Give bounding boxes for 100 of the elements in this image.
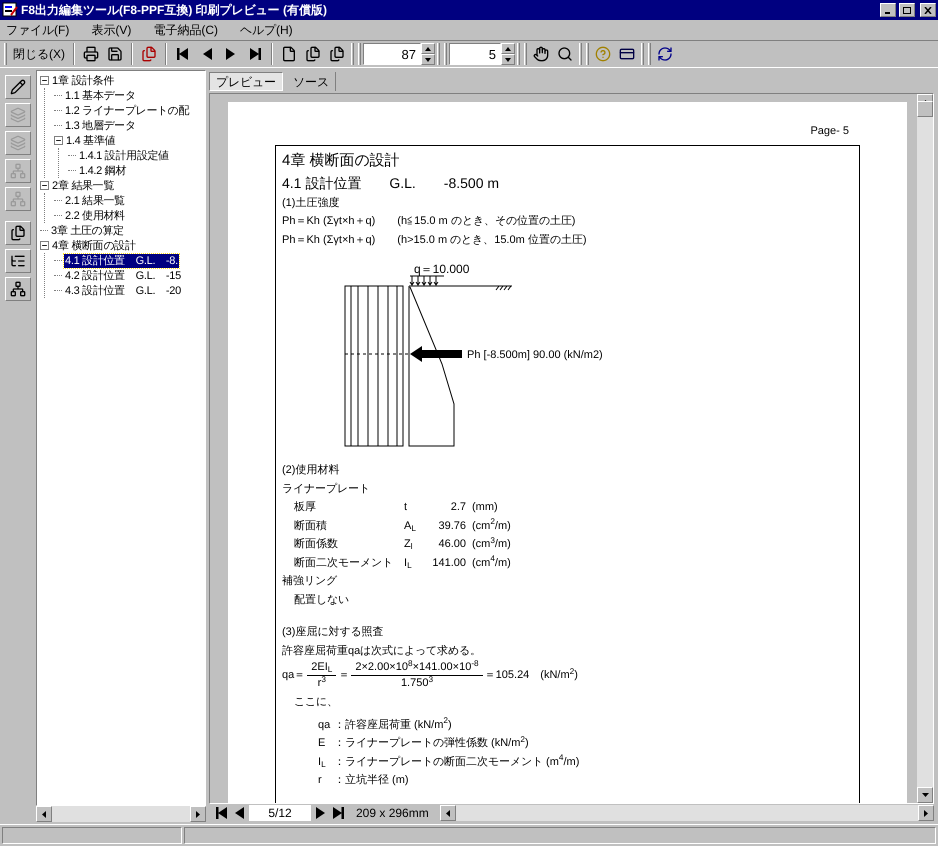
variable-symbol: E — [318, 736, 326, 751]
tree-item[interactable]: 4.1 設計位置 G.L. -8. — [64, 254, 179, 268]
side-tool-button[interactable] — [5, 221, 31, 245]
scroll-right-icon[interactable] — [924, 810, 928, 816]
menu-item[interactable]: 電子納品(C) — [151, 21, 220, 39]
section-heading: (1)土圧強度 — [282, 196, 340, 210]
last-page-icon[interactable] — [331, 806, 345, 820]
tree-item[interactable]: 1.4.1 設計用設定値 — [78, 148, 170, 162]
property-value: 39.76 — [437, 518, 466, 534]
pages-icon — [10, 225, 26, 241]
side-tool-button[interactable] — [5, 75, 31, 99]
section-title: 4.1 設計位置 G.L. -8.500 m — [282, 174, 500, 192]
formula-term: qa＝ — [282, 668, 306, 684]
collapse-icon[interactable] — [40, 76, 49, 85]
material-note: 配置しない — [293, 592, 350, 608]
variable-symbol: r — [318, 773, 323, 788]
paper-size: 209 x 296mm — [356, 805, 429, 822]
first-page-icon[interactable] — [176, 47, 190, 61]
horizontal-scrollbar[interactable] — [36, 806, 206, 822]
scroll-left-icon[interactable] — [42, 810, 46, 818]
variable-symbol: qa — [318, 718, 332, 732]
side-tool-button[interactable] — [5, 249, 31, 273]
fraction-denominator: 1.750$^{3}$ — [400, 676, 434, 691]
property-symbol: I$_{L}$ — [404, 556, 413, 572]
fraction-numerator: 2EI$_{L}$ — [310, 660, 334, 675]
network-icon — [10, 163, 26, 179]
collapse-icon[interactable] — [40, 241, 49, 250]
property-symbol: t — [404, 500, 408, 515]
property-name: 断面係数 — [294, 537, 339, 552]
property-unit: (mm) — [472, 500, 498, 515]
close-icon — [924, 6, 932, 14]
scroll-down-icon[interactable] — [922, 793, 928, 797]
material-name: 補強リング — [282, 574, 338, 589]
earth-pressure-drawing: q＝10.000 Ph [-8.500m] 90.00 (kN/m2) — [282, 249, 642, 449]
property-name: 断面積 — [294, 518, 328, 534]
property-symbol: A$_{L}$ — [404, 518, 417, 535]
formula-line: Ph＝Kh (Σγt×h＋q) (h>15.0 m のとき、15.0m 位置の土圧) — [282, 232, 588, 248]
property-unit: (cm$^{3}$/m) — [472, 535, 511, 552]
tab[interactable]: プレビュー — [209, 72, 283, 91]
variable-description: ：許容座屈荷重 (kN/m$^{2}$) — [334, 716, 452, 732]
tree-item[interactable]: 1.3 地層データ — [64, 118, 137, 132]
tree-item[interactable]: 3章 土圧の算定 — [50, 224, 125, 238]
last-page-icon[interactable] — [248, 47, 262, 61]
side-tool-button[interactable] — [5, 277, 31, 301]
scroll-thumb[interactable] — [917, 100, 933, 116]
collapse-icon[interactable] — [54, 136, 63, 145]
section-heading: (2)使用材料 — [282, 463, 340, 478]
scroll-left-icon[interactable] — [446, 810, 450, 816]
tree-item[interactable]: 1.4 基準値 — [65, 134, 116, 148]
collapse-icon[interactable] — [40, 181, 49, 190]
tree-item[interactable]: 4章 横断面の設計 — [51, 238, 136, 252]
horizontal-scrollbar[interactable] — [440, 805, 934, 821]
chapter-title: 4章 横断面の設計 — [282, 150, 401, 170]
tree-item[interactable]: 2章 結果一覧 — [51, 178, 116, 192]
paragraph: ここに、 — [293, 695, 339, 710]
app-icon — [2, 2, 18, 18]
menu-item[interactable]: 表示(V) — [89, 21, 134, 39]
tree-item[interactable]: 1.2 ライナープレートの配 — [64, 104, 190, 118]
material-name: ライナープレート — [282, 482, 371, 496]
tree-item[interactable]: 2.1 結果一覧 — [64, 194, 126, 208]
tree-item[interactable]: 1.1 基本データ — [64, 88, 137, 102]
property-unit: (cm$^{2}$/m) — [472, 516, 511, 534]
zoom-field[interactable]: 87 — [363, 43, 421, 65]
tree-item[interactable]: 1章 設計条件 — [51, 74, 116, 88]
tree-item[interactable]: 4.3 設計位置 G.L. -20 — [64, 284, 182, 298]
menu-item[interactable]: ファイル(F) — [4, 21, 72, 39]
property-name: 断面二次モーメント — [294, 556, 394, 570]
page-field[interactable]: 5 — [449, 43, 501, 65]
fraction-denominator: r$^{3}$ — [316, 676, 327, 691]
tree-item[interactable]: 2.2 使用材料 — [64, 208, 126, 222]
minimize-button[interactable] — [880, 3, 896, 17]
property-value: 46.00 — [437, 537, 466, 552]
tab[interactable]: ソース — [287, 72, 336, 91]
scroll-right-icon[interactable] — [196, 810, 200, 818]
property-unit: (cm$^{4}$/m) — [472, 554, 511, 570]
property-symbol: Z$_{l}$ — [404, 537, 414, 554]
spin-buttons[interactable] — [501, 43, 515, 65]
close-preview-button[interactable]: 閉じる(X) — [9, 43, 69, 65]
formula-line: Ph＝Kh (Σγt×h＋q) (h≦15.0 m のとき、その位置の土圧) — [282, 214, 576, 229]
menu-item[interactable]: ヘルプ(H) — [238, 21, 295, 39]
property-value: 141.00 — [431, 556, 466, 570]
page-number: Page- 5 — [810, 124, 849, 139]
maximize-icon — [903, 6, 911, 14]
layers-icon — [10, 107, 26, 123]
vertical-scrollbar[interactable] — [917, 94, 933, 803]
close-button[interactable] — [920, 3, 936, 17]
maximize-button[interactable] — [899, 3, 915, 17]
fraction-numerator: 2×2.00×10$^{8}$×141.00×10$^{-8}$ — [354, 660, 480, 675]
property-value: 2.7 — [450, 500, 466, 515]
first-page-icon[interactable] — [215, 806, 229, 820]
variable-description: ：立坑半径 (m) — [334, 772, 409, 788]
variable-description: ：ライナープレートの弾性係数 (kN/m$^{2}$) — [334, 734, 529, 751]
tree-item[interactable]: 1.4.2 鋼材 — [78, 164, 128, 178]
pencil-icon — [10, 79, 26, 95]
spin-buttons[interactable] — [421, 43, 435, 65]
paragraph: 許容座屈荷重qaは次式によって求める。 — [282, 644, 482, 658]
network-icon — [10, 191, 26, 207]
page-number-field[interactable]: 5/12 — [249, 805, 311, 821]
tree-item[interactable]: 4.2 設計位置 G.L. -15 — [64, 268, 182, 282]
formula-result: ＝105.24 (kN/m$^{2}$) — [484, 666, 578, 684]
